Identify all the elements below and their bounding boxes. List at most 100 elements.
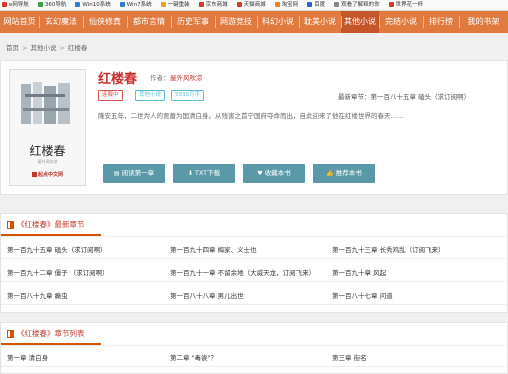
row-divider [1,304,507,305]
latest-chapter-line: 最新章节：第一百八十五章 磕头（求订阅啊） [338,91,470,101]
txt-download-button[interactable]: ⬇ TXT下载 [173,164,235,183]
breadcrumb-category[interactable]: 其他小说 [30,44,56,52]
bookmark-item[interactable]: 360导航 [36,0,66,10]
chapter-link[interactable]: 第一百八十七章 问道 [332,290,393,300]
book-icon [7,221,14,229]
nav-item[interactable]: 历史军事 [171,11,215,33]
chapter-link[interactable]: 第三章 街名 [332,352,367,362]
book-icon [7,330,14,338]
bookmark-item[interactable]: 淘宝网 [273,0,298,10]
nav-item[interactable]: 都市言情 [127,11,171,33]
bookmark-book-button[interactable]: ♥ 收藏本书 [243,164,305,183]
chapter-link[interactable]: 第一百九十一章 不留余地（大威天龙，订阅飞来） [170,267,315,277]
thumbs-up-icon: 👍 [326,170,334,177]
breadcrumb: 首页 > 其他小说 > 红楼春 [6,44,88,52]
latest-label: 最新章节： [338,93,371,101]
chapter-section-title: 《红楼春》章节列表 [17,329,85,338]
breadcrumb-current: 红楼春 [67,44,88,52]
bookmark-item[interactable]: 百度 [305,0,325,10]
book-cover[interactable]: 红楼春 屋外风吹凉 起点中文网 [9,69,86,186]
nav-item[interactable]: 网站首页 [0,11,39,33]
nav-divider [127,16,128,28]
row-divider [1,366,507,367]
chapter-link[interactable]: 第一章 清白身 [7,352,48,362]
nav-divider [299,16,300,28]
bookmark-item[interactable]: Win10系统 [73,0,111,10]
main-nav: 网站首页 玄幻魔法 仙侠修真 都市言情 历史军事 网游竞技 科幻小说 耽美小说 其他小说 完结小说… [0,11,508,33]
download-icon: ⬇ [187,170,193,177]
nav-divider [379,16,380,28]
bookmark-item[interactable]: 一键重装 [159,0,190,10]
chapter-link[interactable]: 第一百九十二章 僵子 （求订阅啊） [7,267,109,277]
cover-author: 屋外风吹凉 [37,159,58,164]
row-divider [1,258,507,259]
bookmark-item[interactable]: 京东商城 [197,0,228,10]
chapter-link[interactable]: 第一百八十九章 癫虫 [7,290,68,300]
nav-item[interactable]: 玄幻魔法 [39,11,83,33]
bookmark-item[interactable]: 观看了解释的你 [332,0,380,10]
row-divider [1,281,507,282]
chapter-link[interactable]: 第一百九十四章 梅家、义士也 [170,244,257,254]
bookmark-favicon-icon [236,2,242,7]
nav-item[interactable]: 其他小说 [341,11,379,33]
chapter-link[interactable]: 第一百八十八章 男儿出世 [170,290,244,300]
section-underline [1,234,101,236]
bookmark-favicon-icon [307,2,313,7]
nav-item[interactable]: 耽美小说 [299,11,341,33]
nav-divider [83,16,84,28]
author-link[interactable]: 屋外风吹凉 [170,72,203,82]
breadcrumb-home[interactable]: 首页 [6,44,19,52]
cover-art-icon [21,82,70,124]
nav-item[interactable]: 我的书架 [459,11,508,33]
latest-section-title: 《红楼春》最新章节 [17,220,85,229]
chapter-link[interactable]: 第一百九十三章 长秀鸡乱（订阅飞来） [332,244,445,254]
nav-divider [423,16,424,28]
bookmark-item[interactable]: 世界花一杯 [387,0,423,10]
nav-item[interactable]: 网游竞技 [215,11,257,33]
bookmark-favicon-icon [119,2,125,7]
section-header: 《红楼春》章节列表 [1,323,507,346]
chapter-link[interactable]: 第一百九十五章 磕头（求订阅啊） [7,244,107,254]
latest-chapters-panel: 《红楼春》最新章节 第一百九十五章 磕头（求订阅啊） 第一百九十四章 梅家、义士也… [0,213,508,313]
section-header: 《红楼春》最新章节 [1,214,507,237]
bookmark-favicon-icon [388,2,394,7]
nav-divider [39,16,40,28]
nav-divider [257,16,258,28]
nav-item[interactable]: 科幻小说 [257,11,299,33]
brand-logo-icon [32,172,37,177]
nav-divider [341,16,342,28]
cover-title: 红楼春 [29,144,66,158]
chapter-list-panel: 《红楼春》章节列表 第一章 清白身 第二章 "毒诶"？ 第三章 街名 [0,322,508,374]
bookmark-favicon-icon [198,2,204,7]
nav-divider [215,16,216,28]
cover-brand: 起点中文网 [32,171,63,178]
nav-divider [171,16,172,28]
nav-item[interactable]: 完结小说 [379,11,423,33]
chapter-link[interactable]: 第一百九十章 风起 [332,267,386,277]
chapter-link[interactable]: 第二章 "毒诶"？ [170,352,217,362]
bookmark-favicon-icon [334,2,340,7]
bookmark-item[interactable]: Win7系统 [118,0,152,10]
bookmark-item[interactable]: e网导航 [0,0,29,10]
book-tag: 连载中 [98,90,123,101]
section-underline [1,343,101,345]
book-tag: 5930万字 [171,90,204,101]
bookmark-favicon-icon [2,2,7,7]
bookmark-favicon-icon [37,2,43,7]
bookmark-favicon-icon [75,2,81,7]
recommend-book-button[interactable]: 👍 推荐本书 [313,164,375,183]
book-intro: 隆安五年，二世为人的贾蔷为国清白身。从残害之首宁国府夺命而出，自此迎来了他在红楼… [98,112,404,120]
nav-item[interactable]: 仙侠修真 [83,11,127,33]
book-tag: 其他小说 [135,90,166,101]
nav-divider [459,16,460,28]
book-info-panel: 红楼春 屋外风吹凉 起点中文网 红楼春 作者： 屋外风吹凉 连载中 其他小说 593… [0,60,508,195]
bookmarks-bar: e网导航 360导航 Win10系统 Win7系统 一键重装 京东商城 天猫商城 淘宝网 百度观… [0,0,508,11]
bookmark-favicon-icon [160,2,166,7]
book-icon: ▤ [113,170,120,177]
nav-item[interactable]: 排行榜 [423,11,459,33]
latest-chapter-link[interactable]: 第一百八十五章 磕头（求订阅啊） [371,93,471,101]
read-first-chapter-button[interactable]: ▤ 阅读第一章 [103,164,165,183]
heart-icon: ♥ [257,170,263,177]
bookmark-item[interactable]: 天猫商城 [235,0,266,10]
book-title: 红楼春 [98,72,138,87]
